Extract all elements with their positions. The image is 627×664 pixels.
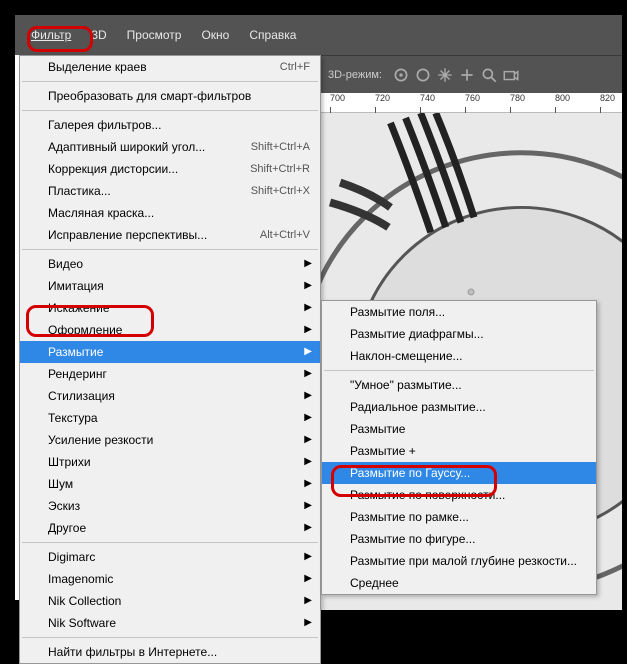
- menu-blur[interactable]: Размытие▶: [20, 341, 320, 363]
- zoom-icon[interactable]: [480, 66, 498, 84]
- submenu-iris-blur[interactable]: Размытие диафрагмы...: [322, 323, 596, 345]
- menu-render[interactable]: Рендеринг▶: [20, 363, 320, 385]
- menu-view[interactable]: Просмотр: [119, 25, 190, 45]
- menu-help[interactable]: Справка: [241, 25, 304, 45]
- mode-label: 3D-режим:: [328, 69, 382, 81]
- chevron-right-icon: ▶: [304, 517, 312, 539]
- submenu-tilt-shift[interactable]: Наклон-смещение...: [322, 345, 596, 367]
- slide-icon[interactable]: [458, 66, 476, 84]
- menu-filter[interactable]: Фильтр: [23, 25, 79, 45]
- menu-nik-collection[interactable]: Nik Collection▶: [20, 590, 320, 612]
- options-bar: 3D-режим:: [320, 55, 622, 93]
- menu-smart-convert[interactable]: Преобразовать для смарт-фильтров: [20, 85, 320, 107]
- menu-filter-gallery[interactable]: Галерея фильтров...: [20, 114, 320, 136]
- menu-lens-correction[interactable]: Коррекция дисторсии...Shift+Ctrl+R: [20, 158, 320, 180]
- submenu-shape-blur[interactable]: Размытие по фигуре...: [322, 528, 596, 550]
- menu-distort[interactable]: Искажение▶: [20, 297, 320, 319]
- chevron-right-icon: ▶: [304, 319, 312, 341]
- chevron-right-icon: ▶: [304, 546, 312, 568]
- orbit-icon[interactable]: [392, 66, 410, 84]
- submenu-gaussian-blur[interactable]: Размытие по Гауссу...: [322, 462, 596, 484]
- ruler: 700 720 740 760 780 800 820: [320, 93, 622, 113]
- chevron-right-icon: ▶: [304, 568, 312, 590]
- menu-noise[interactable]: Шум▶: [20, 473, 320, 495]
- menu-3d[interactable]: 3D: [83, 25, 114, 45]
- submenu-lens-blur[interactable]: Размытие при малой глубине резкости...: [322, 550, 596, 572]
- chevron-right-icon: ▶: [304, 363, 312, 385]
- menu-brush-strokes[interactable]: Штрихи▶: [20, 451, 320, 473]
- menu-other[interactable]: Другое▶: [20, 517, 320, 539]
- chevron-right-icon: ▶: [304, 495, 312, 517]
- blur-submenu: Размытие поля... Размытие диафрагмы... Н…: [321, 300, 597, 595]
- menu-vanishing-point[interactable]: Исправление перспективы...Alt+Ctrl+V: [20, 224, 320, 246]
- chevron-right-icon: ▶: [304, 590, 312, 612]
- chevron-right-icon: ▶: [304, 473, 312, 495]
- submenu-field-blur[interactable]: Размытие поля...: [322, 301, 596, 323]
- menu-pixelate[interactable]: Оформление▶: [20, 319, 320, 341]
- chevron-right-icon: ▶: [304, 429, 312, 451]
- menu-liquify[interactable]: Пластика...Shift+Ctrl+X: [20, 180, 320, 202]
- menu-sharpen[interactable]: Усиление резкости▶: [20, 429, 320, 451]
- chevron-right-icon: ▶: [304, 297, 312, 319]
- menu-nik-software[interactable]: Nik Software▶: [20, 612, 320, 634]
- chevron-right-icon: ▶: [304, 451, 312, 473]
- menubar: Фильтр 3D Просмотр Окно Справка: [15, 15, 622, 55]
- menu-window[interactable]: Окно: [193, 25, 237, 45]
- chevron-right-icon: ▶: [304, 385, 312, 407]
- camera-icon[interactable]: [502, 66, 520, 84]
- chevron-right-icon: ▶: [304, 407, 312, 429]
- submenu-blur[interactable]: Размытие: [322, 418, 596, 440]
- menu-texture[interactable]: Текстура▶: [20, 407, 320, 429]
- menu-stylize[interactable]: Стилизация▶: [20, 385, 320, 407]
- submenu-blur-more[interactable]: Размытие +: [322, 440, 596, 462]
- chevron-right-icon: ▶: [304, 341, 312, 363]
- chevron-right-icon: ▶: [304, 275, 312, 297]
- pan-icon[interactable]: [436, 66, 454, 84]
- menu-oil-paint[interactable]: Масляная краска...: [20, 202, 320, 224]
- menu-video[interactable]: Видео▶: [20, 253, 320, 275]
- submenu-smart-blur[interactable]: "Умное" размытие...: [322, 374, 596, 396]
- submenu-radial-blur[interactable]: Радиальное размытие...: [322, 396, 596, 418]
- rotate-icon[interactable]: [414, 66, 432, 84]
- menu-artistic[interactable]: Имитация▶: [20, 275, 320, 297]
- submenu-surface-blur[interactable]: Размытие по поверхности...: [322, 484, 596, 506]
- menu-wide-angle[interactable]: Адаптивный широкий угол...Shift+Ctrl+A: [20, 136, 320, 158]
- menu-digimarc[interactable]: Digimarc▶: [20, 546, 320, 568]
- menu-sketch[interactable]: Эскиз▶: [20, 495, 320, 517]
- chevron-right-icon: ▶: [304, 612, 312, 634]
- menu-browse-online[interactable]: Найти фильтры в Интернете...: [20, 641, 320, 663]
- filter-menu: Выделение краевCtrl+F Преобразовать для …: [19, 55, 321, 664]
- menu-imagenomic[interactable]: Imagenomic▶: [20, 568, 320, 590]
- menu-last-filter[interactable]: Выделение краевCtrl+F: [20, 56, 320, 78]
- submenu-box-blur[interactable]: Размытие по рамке...: [322, 506, 596, 528]
- submenu-average[interactable]: Среднее: [322, 572, 596, 594]
- chevron-right-icon: ▶: [304, 253, 312, 275]
